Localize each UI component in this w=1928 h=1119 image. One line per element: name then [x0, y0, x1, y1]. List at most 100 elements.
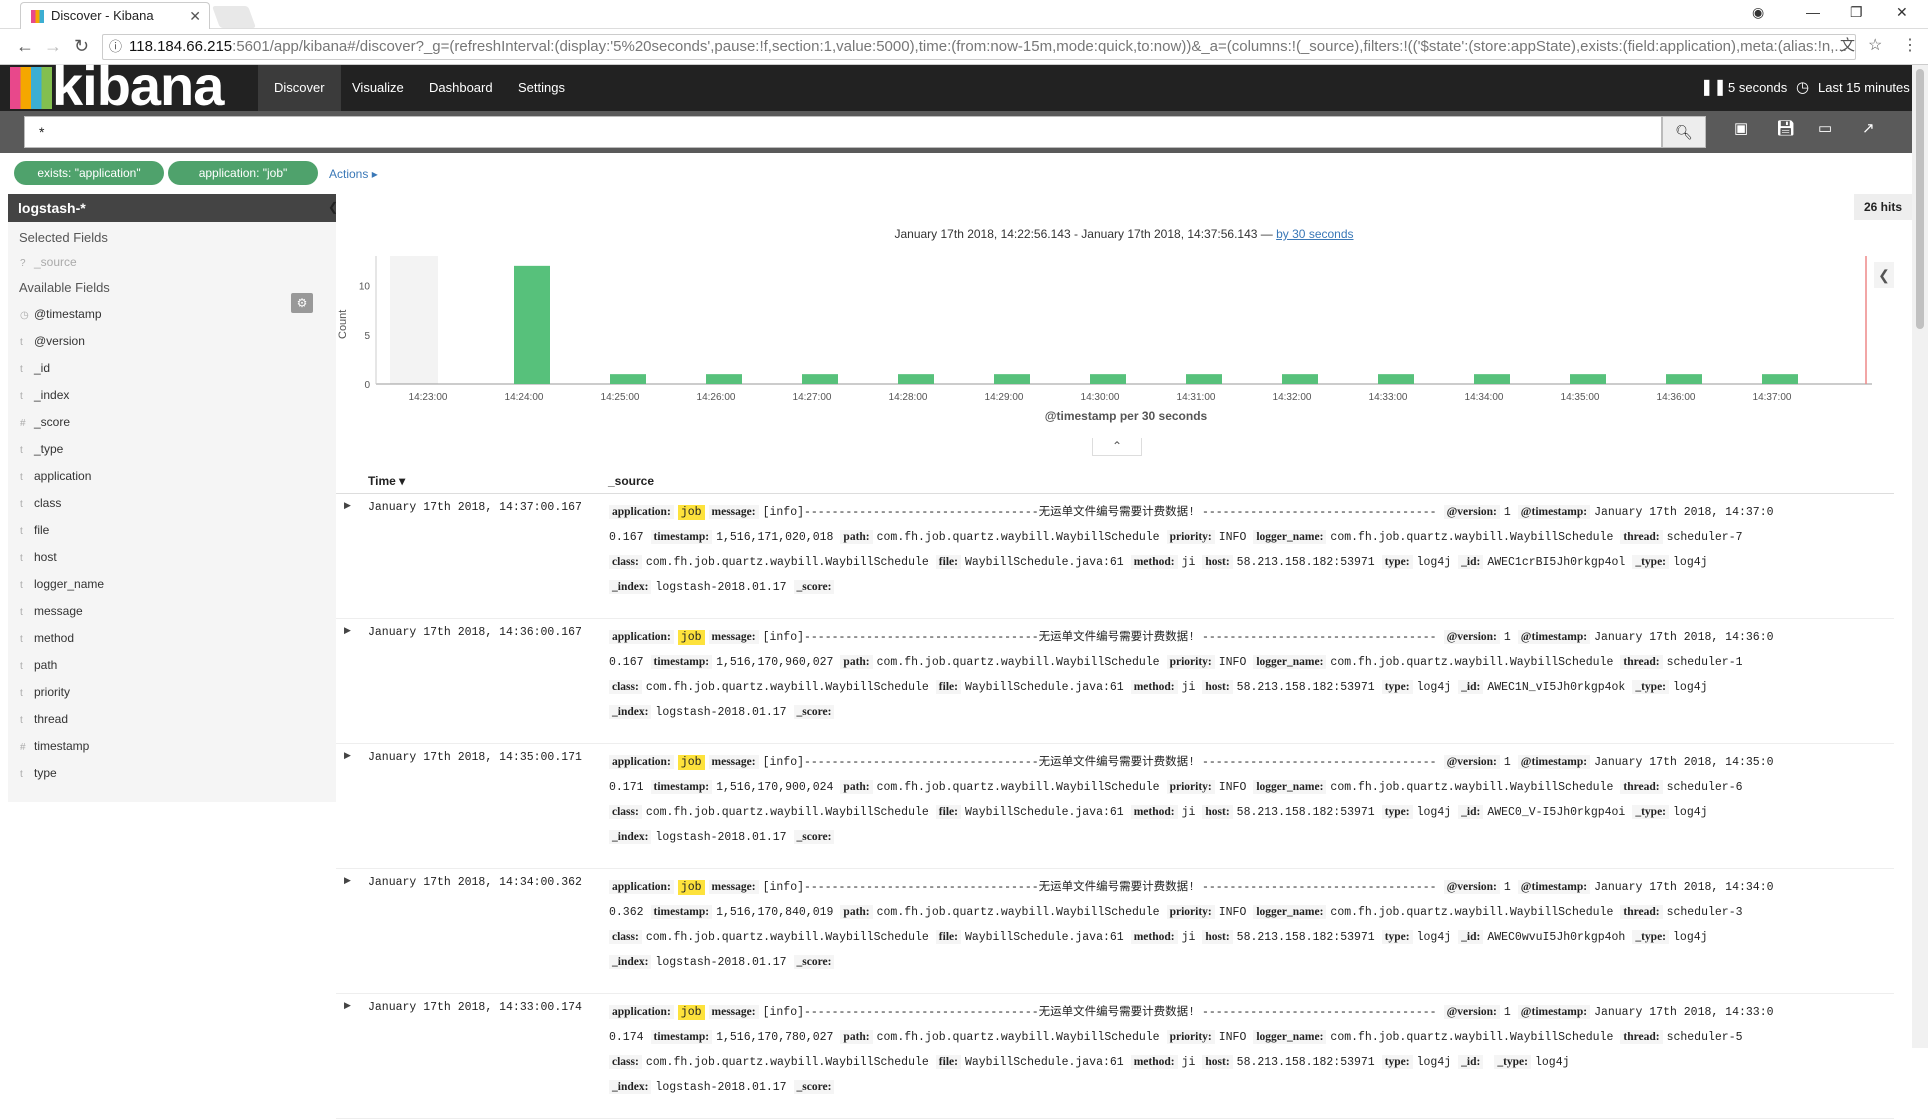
source-field-value: January 17th 2018, 14:37:0 [1594, 506, 1774, 519]
browser-tab-strip: Discover - Kibana ✕ ◉ — ❐ ✕ [0, 0, 1928, 29]
chevron-left-icon[interactable]: ❮ [1874, 262, 1894, 288]
field-item[interactable]: t message [8, 598, 336, 625]
menu-icon[interactable]: ⋮ [1902, 37, 1918, 55]
source-field-value: logstash-2018.01.17 [655, 706, 787, 719]
source-field-label: method: [1130, 930, 1178, 944]
url-field[interactable]: ⓘ 118.184.66.215:5601/app/kibana#/discove… [102, 34, 1856, 60]
kibana-navbar: kibana Discover Visualize Dashboard Sett… [0, 54, 1912, 117]
source-field-value: [info]----------------------------------… [762, 631, 1437, 644]
x-tick-label: 14:29:00 [985, 392, 1024, 403]
field-item[interactable]: # _score [8, 409, 336, 436]
search-input[interactable]: * [24, 116, 1662, 148]
source-field-value: com.fh.job.quartz.waybill.WaybillSchedul… [876, 656, 1160, 669]
source-field-label: logger_name: [1253, 530, 1327, 544]
field-item[interactable]: t _index [8, 382, 336, 409]
source-field-label: method: [1130, 555, 1178, 569]
field-type-icon: t [20, 715, 23, 726]
field-item[interactable]: t priority [8, 679, 336, 706]
account-icon[interactable]: ◉ [1752, 4, 1764, 21]
close-window-icon[interactable]: ✕ [1896, 4, 1908, 21]
selected-field-source[interactable]: ? _source [8, 249, 336, 276]
table-row[interactable]: ▶ January 17th 2018, 14:36:00.167 applicat… [336, 619, 1894, 744]
source-field-value: com.fh.job.quartz.waybill.WaybillSchedul… [876, 906, 1160, 919]
field-item[interactable]: t @version [8, 328, 336, 355]
histogram-bar [1762, 374, 1798, 384]
field-item[interactable]: t class [8, 490, 336, 517]
source-field-value: January 17th 2018, 14:35:0 [1594, 756, 1774, 769]
refresh-interval[interactable]: 5 seconds [1728, 65, 1787, 111]
source-field-label: priority: [1166, 530, 1215, 544]
x-tick-label: 14:35:00 [1561, 392, 1600, 403]
time-range[interactable]: Last 15 minutes [1818, 65, 1910, 111]
source-field-value: com.fh.job.quartz.waybill.WaybillSchedul… [876, 781, 1160, 794]
table-row[interactable]: ▶ January 17th 2018, 14:33:00.174 applicat… [336, 994, 1894, 1119]
pause-icon[interactable]: ❚❚ [1700, 65, 1727, 111]
collapse-chart-icon[interactable]: ⌃ [1092, 438, 1142, 456]
field-item[interactable]: t host [8, 544, 336, 571]
x-tick-label: 14:25:00 [601, 392, 640, 403]
back-icon[interactable]: ← [16, 37, 34, 55]
bookmark-star-icon[interactable]: ☆ [1868, 37, 1882, 55]
new-search-icon[interactable]: ▣ [1734, 119, 1748, 137]
table-row[interactable]: ▶ January 17th 2018, 14:37:00.167 applicat… [336, 494, 1894, 619]
source-field-value: log4j [1416, 806, 1452, 819]
field-name: application [34, 469, 92, 483]
highlight-value: job [677, 755, 705, 770]
nav-settings[interactable]: Settings [502, 65, 581, 111]
histogram-bar [1378, 374, 1414, 384]
field-item[interactable]: t application [8, 463, 336, 490]
source-field-value: WaybillSchedule.java:61 [964, 1056, 1124, 1069]
index-pattern[interactable]: logstash-* [8, 194, 336, 222]
source-field-value: log4j [1416, 931, 1452, 944]
expand-row-icon[interactable]: ▶ [344, 1000, 351, 1011]
clock-icon: ◷ [1796, 79, 1810, 96]
field-item[interactable]: t type [8, 760, 336, 787]
expand-row-icon[interactable]: ▶ [344, 875, 351, 886]
row-time: January 17th 2018, 14:36:00.167 [368, 626, 582, 639]
field-item[interactable]: t path [8, 652, 336, 679]
source-field-value: 1,516,170,780,027 [716, 1031, 834, 1044]
field-item[interactable]: t file [8, 517, 336, 544]
source-field-value: January 17th 2018, 14:36:0 [1594, 631, 1774, 644]
save-search-icon[interactable]: 💾︎ [1776, 119, 1795, 137]
scrollbar-thumb[interactable] [1916, 69, 1924, 329]
field-item[interactable]: t logger_name [8, 571, 336, 598]
expand-row-icon[interactable]: ▶ [344, 500, 351, 511]
new-tab-button[interactable] [211, 6, 257, 28]
table-row[interactable]: ▶ January 17th 2018, 14:35:00.171 applicat… [336, 744, 1894, 869]
source-field-value: com.fh.job.quartz.waybill.WaybillSchedul… [645, 556, 929, 569]
expand-row-icon[interactable]: ▶ [344, 625, 351, 636]
page-scrollbar[interactable] [1912, 65, 1928, 1048]
field-item[interactable]: t thread [8, 706, 336, 733]
source-field-value: AWEC1crBI5Jh0rkgp4ol [1487, 556, 1626, 569]
source-field-label: _index: [609, 955, 652, 969]
close-tab-icon[interactable]: ✕ [189, 3, 201, 29]
expand-row-icon[interactable]: ▶ [344, 750, 351, 761]
field-item[interactable]: ◷ @timestamp [8, 301, 336, 328]
open-search-icon[interactable]: ▭ [1818, 119, 1832, 137]
minimize-icon[interactable]: — [1806, 4, 1820, 20]
restore-icon[interactable]: ❐ [1850, 4, 1863, 21]
field-item[interactable]: # timestamp [8, 733, 336, 760]
source-field-label: _type: [1632, 680, 1670, 694]
search-button[interactable]: 🔍︎ [1662, 116, 1706, 148]
source-field-value: 0.167 [609, 656, 644, 669]
filter-pill-application[interactable]: application: "job" [168, 161, 318, 185]
source-field-value: com.fh.job.quartz.waybill.WaybillSchedul… [1330, 656, 1614, 669]
interval-link[interactable]: by 30 seconds [1276, 227, 1353, 241]
browser-tab[interactable]: Discover - Kibana ✕ [20, 2, 210, 29]
nav-visualize[interactable]: Visualize [336, 65, 420, 111]
col-time-header[interactable]: Time ▾ [368, 474, 405, 488]
field-item[interactable]: t method [8, 625, 336, 652]
nav-dashboard[interactable]: Dashboard [413, 65, 509, 111]
table-row[interactable]: ▶ January 17th 2018, 14:34:00.362 applicat… [336, 869, 1894, 994]
filter-actions-link[interactable]: Actions ▸ [329, 167, 378, 181]
filter-pill-exists[interactable]: exists: "application" [14, 161, 164, 185]
field-item[interactable]: t _type [8, 436, 336, 463]
field-item[interactable]: t _id [8, 355, 336, 382]
source-field-label: path: [840, 780, 873, 794]
source-field-value: 1,516,171,020,018 [716, 531, 834, 544]
translate-icon[interactable]: 文 [1840, 37, 1855, 55]
nav-discover[interactable]: Discover [258, 65, 341, 111]
share-icon[interactable]: ↗ [1862, 119, 1875, 137]
